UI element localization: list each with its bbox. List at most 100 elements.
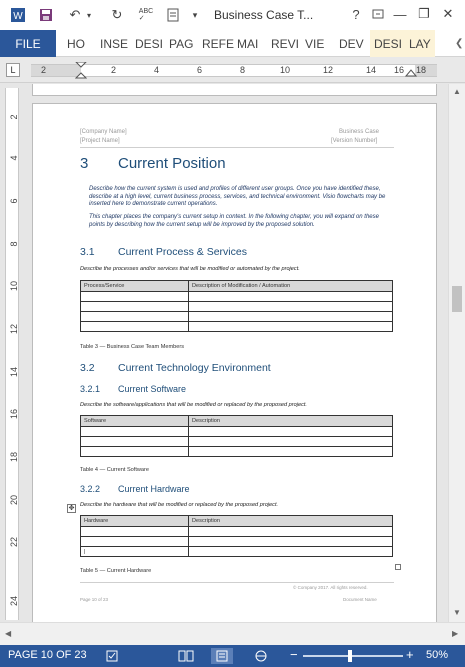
table-move-handle-icon[interactable]: ✥	[67, 504, 76, 513]
table-cell[interactable]	[188, 291, 393, 302]
table-cell[interactable]	[80, 301, 189, 312]
zoom-in-button[interactable]: +	[406, 647, 414, 662]
section-description[interactable]: Describe the hardware that will be modif…	[80, 502, 278, 508]
zoom-slider-thumb[interactable]	[348, 650, 352, 662]
table-cell[interactable]	[188, 301, 393, 312]
footer-page-number[interactable]: Page 10 of 23	[80, 597, 108, 602]
table-cell[interactable]	[80, 291, 189, 302]
table-cell[interactable]	[80, 446, 189, 457]
scroll-thumb[interactable]	[452, 286, 462, 312]
section-description[interactable]: Describe the processes and/or services t…	[80, 266, 300, 272]
undo-dropdown-icon[interactable]: ▾	[84, 5, 94, 25]
proofing-icon[interactable]	[102, 648, 124, 664]
tab-developer[interactable]: DEV	[339, 30, 364, 57]
document-page[interactable]: [Company Name] [Project Name] Business C…	[32, 103, 437, 622]
table-caption[interactable]: Table 3 — Business Case Team Members	[80, 344, 184, 350]
section-title[interactable]: Current Technology Environment	[118, 362, 271, 374]
tab-insert[interactable]: INSE	[100, 30, 128, 57]
ribbon-display-icon[interactable]	[368, 4, 388, 24]
table-cell[interactable]	[80, 436, 189, 447]
subsection-number[interactable]: 3.2.2	[80, 484, 100, 494]
table-caption[interactable]: Table 5 — Current Hardware	[80, 568, 151, 574]
table-cell[interactable]	[188, 436, 393, 447]
scroll-up-icon[interactable]: ▲	[453, 87, 461, 96]
table-caption[interactable]: Table 4 — Current Software	[80, 467, 149, 473]
heading-number[interactable]: 3	[80, 155, 88, 172]
table-cell[interactable]	[80, 311, 189, 322]
restore-button[interactable]: ❐	[414, 4, 434, 24]
table-cell[interactable]	[188, 426, 393, 437]
spelling-icon[interactable]: ABC ✓	[136, 5, 156, 25]
tab-stop-selector[interactable]: L	[6, 63, 20, 77]
section-number[interactable]: 3.2	[80, 362, 95, 374]
table-cell[interactable]	[188, 546, 393, 557]
tab-design[interactable]: DESI	[135, 30, 163, 57]
table-cell[interactable]	[80, 426, 189, 437]
table-cell[interactable]	[188, 446, 393, 457]
footer-copyright[interactable]: © Company 2017. All rights reserved.	[293, 585, 368, 590]
help-button[interactable]: ?	[346, 4, 366, 24]
table-header-cell[interactable]: Process/Service	[80, 280, 189, 292]
table-cell[interactable]	[80, 526, 189, 537]
tab-mailings[interactable]: MAI	[237, 30, 258, 57]
vertical-ruler[interactable]: 2 4 6 8 10 12 14 16 18 20 22 24	[5, 88, 19, 620]
table-cell[interactable]	[188, 311, 393, 322]
undo-icon[interactable]: ↶	[66, 5, 84, 25]
close-button[interactable]: ✕	[438, 4, 458, 24]
tab-review[interactable]: REVI	[271, 30, 299, 57]
tab-home[interactable]: HO	[67, 30, 85, 57]
minimize-button[interactable]: —	[390, 4, 410, 24]
table-header-cell[interactable]: Description	[188, 515, 393, 527]
table-current-process[interactable]: Process/Service Description of Modificat…	[80, 280, 393, 332]
tab-page-layout[interactable]: PAG	[169, 30, 193, 57]
read-mode-icon[interactable]	[175, 648, 197, 664]
tab-table-design[interactable]: DESI	[370, 30, 407, 57]
touch-mode-icon[interactable]	[165, 5, 181, 25]
table-cell[interactable]	[188, 526, 393, 537]
document-canvas[interactable]: [Company Name] [Project Name] Business C…	[22, 84, 448, 622]
tab-view[interactable]: VIE	[305, 30, 324, 57]
table-resize-handle-icon[interactable]	[395, 564, 401, 570]
section-description[interactable]: Describe the software/applications that …	[80, 402, 307, 408]
header-company-name[interactable]: [Company Name]	[80, 129, 127, 135]
web-layout-icon[interactable]	[250, 648, 272, 664]
table-cell[interactable]: |	[80, 546, 189, 557]
table-current-software[interactable]: Software Description	[80, 415, 393, 457]
scroll-down-icon[interactable]: ▼	[453, 608, 461, 617]
subsection-title[interactable]: Current Software	[118, 384, 186, 394]
tab-table-layout[interactable]: LAY	[405, 30, 435, 57]
table-cell[interactable]	[80, 321, 189, 332]
header-doc-title[interactable]: Business Case	[339, 129, 379, 135]
zoom-slider[interactable]	[303, 655, 403, 657]
save-icon[interactable]	[36, 5, 56, 25]
section-title[interactable]: Current Process & Services	[118, 246, 247, 258]
scroll-left-icon[interactable]: ◀	[5, 629, 11, 638]
chevron-up-icon[interactable]: ❮	[455, 38, 463, 49]
subsection-title[interactable]: Current Hardware	[118, 484, 190, 494]
heading-title[interactable]: Current Position	[118, 155, 226, 172]
table-header-cell[interactable]: Software	[80, 415, 189, 427]
footer-document-name[interactable]: Document Name	[343, 597, 377, 602]
table-cell[interactable]	[188, 536, 393, 547]
header-project-name[interactable]: [Project Name]	[80, 138, 120, 144]
right-indent-marker-icon[interactable]	[405, 69, 417, 77]
customize-toolbar-icon[interactable]: ▾	[190, 5, 200, 25]
redo-icon[interactable]: ↻	[108, 5, 126, 25]
table-header-cell[interactable]: Description	[188, 415, 393, 427]
zoom-level[interactable]: 50%	[426, 649, 448, 661]
table-header-cell[interactable]: Hardware	[80, 515, 189, 527]
print-layout-icon[interactable]	[211, 648, 233, 664]
page-count[interactable]: PAGE 10 OF 23	[8, 649, 87, 661]
table-header-cell[interactable]: Description of Modification / Automation	[188, 280, 393, 292]
horizontal-scrollbar[interactable]: ◀ ▶	[0, 622, 465, 645]
header-version[interactable]: [Version Number]	[331, 138, 377, 144]
vertical-scrollbar[interactable]: ▲ ▼	[448, 84, 465, 622]
table-cell[interactable]	[80, 536, 189, 547]
horizontal-ruler[interactable]: 2 2 4 6 8 10 12 14 16 18	[31, 62, 437, 79]
subsection-number[interactable]: 3.2.1	[80, 384, 100, 394]
zoom-out-button[interactable]: −	[290, 647, 298, 662]
intro-paragraph-1[interactable]: Describe how the current system is used …	[89, 186, 391, 209]
section-number[interactable]: 3.1	[80, 246, 95, 258]
table-current-hardware[interactable]: Hardware Description |	[80, 515, 393, 557]
table-cell[interactable]	[188, 321, 393, 332]
